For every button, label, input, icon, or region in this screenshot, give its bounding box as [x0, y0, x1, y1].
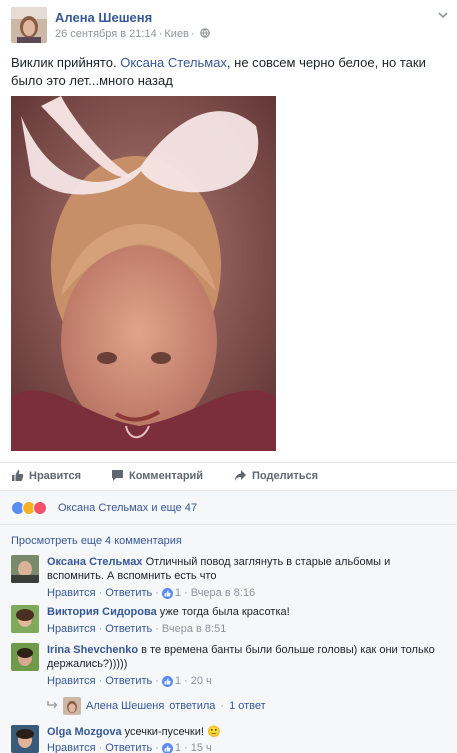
comment-icon: [111, 469, 124, 482]
like-count-icon: [161, 675, 173, 687]
comment-actions: Нравится · Ответить · 1 · 20 ч: [47, 675, 212, 687]
reactions-summary[interactable]: Оксана Стельмах и еще 47: [58, 502, 197, 514]
reply-count: 1 ответ: [229, 700, 266, 712]
comment-text: уже тогда была красотка!: [159, 606, 290, 618]
post-date[interactable]: 26 сентября в 21:14: [55, 28, 157, 40]
comment-action[interactable]: Комментарий: [111, 469, 203, 482]
post-meta: 26 сентября в 21:14 · Киев ·: [55, 28, 210, 40]
reactions-bar: Оксана Стельмах и еще 47: [0, 490, 457, 524]
share-label: Поделиться: [252, 469, 319, 482]
comments-section: Просмотреть еще 4 комментария Оксана Сте…: [0, 524, 457, 753]
comment-body: Olga Mozgova усечки-пусечки! 🙂: [47, 725, 442, 739]
comment-reply-link[interactable]: Ответить: [105, 742, 152, 753]
comment-reply-link[interactable]: Ответить: [105, 587, 152, 599]
like-count-icon: [161, 742, 173, 753]
post-header: Алена Шешеня 26 сентября в 21:14 · Киев ·: [11, 7, 451, 43]
comment-time[interactable]: 15 ч: [191, 742, 212, 753]
comment-like-link[interactable]: Нравится: [47, 587, 96, 599]
like-label: Нравится: [29, 469, 82, 482]
replier-name: Алена Шешеня: [86, 700, 165, 712]
share-action[interactable]: Поделиться: [234, 469, 318, 482]
comment-like-count[interactable]: 1: [175, 587, 181, 599]
post-card: Алена Шешеня 26 сентября в 21:14 · Киев · В…: [0, 0, 457, 753]
comment-time[interactable]: Вчера в 8:51: [162, 623, 226, 635]
comment-like-count[interactable]: 1: [175, 742, 181, 753]
reply-arrow-icon: [47, 700, 58, 713]
comment-like-count[interactable]: 1: [175, 675, 181, 687]
comment-body: Виктория Сидорова уже тогда была красотк…: [47, 605, 442, 619]
comment-actions: Нравится · Ответить · 1 · 15 ч: [47, 742, 212, 753]
author-name[interactable]: Алена Шешеня: [55, 10, 152, 25]
replier-avatar: [63, 697, 81, 715]
post-location[interactable]: Киев: [164, 28, 189, 40]
comment-reply-link[interactable]: Ответить: [105, 675, 152, 687]
comment-text: усечки-пусечки! 🙂: [124, 726, 221, 738]
post-actions: Нравится Комментарий Поделиться: [0, 462, 457, 490]
replies-summary[interactable]: Алена Шешеня ответила · 1 ответ: [47, 697, 266, 715]
like-action[interactable]: Нравится: [11, 469, 81, 482]
comment-time[interactable]: Вчера в 8:16: [191, 587, 255, 599]
thumbs-up-icon: [11, 469, 24, 482]
comment-body: Оксана Стельмах Отличный повод заглянуть…: [47, 555, 442, 583]
commenter-avatar[interactable]: [11, 725, 39, 753]
comment-actions: Нравится · Ответить · Вчера в 8:51: [47, 623, 227, 635]
comment-actions: Нравится · Ответить · 1 · Вчера в 8:16: [47, 587, 256, 599]
commenter-name[interactable]: Виктория Сидорова: [47, 606, 157, 618]
commenter-name[interactable]: Olga Mozgova: [47, 726, 122, 738]
chevron-down-icon[interactable]: [437, 9, 449, 21]
post-text: Виклик прийнято. Оксана Стельмах, не сов…: [11, 54, 441, 90]
commenter-name[interactable]: Irina Shevchenko: [47, 644, 138, 656]
like-count-icon: [161, 587, 173, 599]
comment-reply-link[interactable]: Ответить: [105, 623, 152, 635]
share-icon: [234, 469, 247, 482]
reaction-icons[interactable]: [11, 501, 47, 515]
mention-link[interactable]: Оксана Стельмах: [120, 55, 227, 70]
commenter-name[interactable]: Оксана Стельмах: [47, 556, 143, 568]
author-avatar[interactable]: [11, 7, 47, 43]
commenter-avatar[interactable]: [11, 605, 39, 633]
comment-like-link[interactable]: Нравится: [47, 675, 96, 687]
love-reaction-icon: [33, 501, 47, 515]
comment-time[interactable]: 20 ч: [191, 675, 212, 687]
commenter-avatar[interactable]: [11, 555, 39, 583]
view-more-comments-link[interactable]: Просмотреть еще 4 комментария: [11, 535, 182, 547]
comment-like-link[interactable]: Нравится: [47, 742, 96, 753]
comment-like-link[interactable]: Нравится: [47, 623, 96, 635]
comment-label: Комментарий: [129, 469, 204, 482]
reply-action-text: ответила: [169, 700, 216, 712]
commenter-avatar[interactable]: [11, 643, 39, 671]
audience-icon[interactable]: [197, 28, 210, 40]
comment-body: Irina Shevchenko в те времена банты были…: [47, 643, 442, 671]
post-text-intro: Виклик прийнято.: [11, 55, 117, 70]
post-photo[interactable]: [11, 96, 276, 451]
